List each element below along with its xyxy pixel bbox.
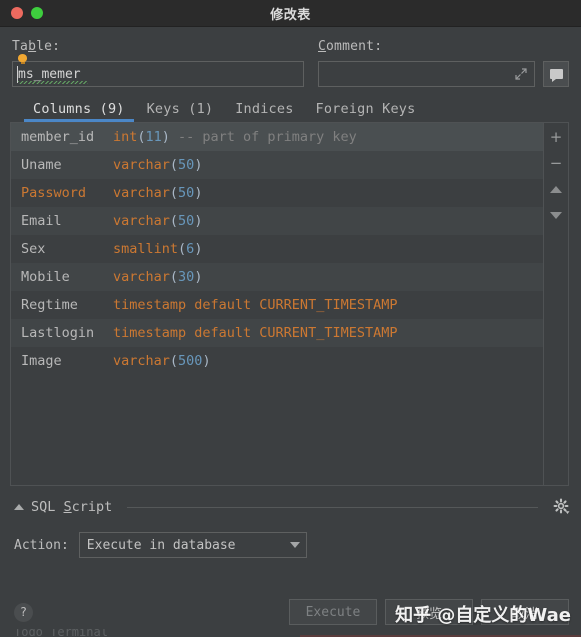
table-side-toolbar: + − (544, 123, 568, 485)
comment-editor-button[interactable] (543, 61, 569, 87)
column-name: Image (21, 353, 62, 369)
action-dropdown[interactable]: Execute in database (78, 532, 307, 558)
help-button[interactable]: ? (14, 602, 33, 622)
column-type: smallint (113, 241, 179, 257)
preview-button[interactable]: 预览 (385, 599, 473, 625)
column-type: varchar (113, 269, 170, 285)
column-type: varchar (113, 157, 170, 173)
plus-icon[interactable]: + (547, 128, 565, 146)
tab-bar: Columns (9) Keys (1) Indices Foreign Key… (0, 87, 581, 122)
table-row[interactable]: Password varchar(50) (11, 179, 543, 207)
table-row[interactable]: Image varchar(500) (11, 347, 543, 375)
action-label: Action: (14, 537, 69, 553)
table-row[interactable]: Mobile varchar(30) (11, 263, 543, 291)
help-button-label: ? (20, 605, 27, 619)
expand-icon[interactable] (515, 68, 527, 80)
column-size: 50 (178, 185, 195, 201)
tab-keys[interactable]: Keys (1) (136, 101, 225, 122)
tab-indices[interactable]: Indices (224, 101, 304, 122)
column-type: varchar (113, 185, 170, 201)
chevron-down-icon (289, 542, 300, 548)
sql-script-title-mnemonic: S (63, 499, 72, 515)
table-name-input[interactable]: ms_memer (12, 54, 304, 87)
columns-table: member_id int(11) -- part of primary key… (10, 122, 569, 486)
column-type: timestamp default CURRENT_TIMESTAMP (113, 325, 398, 341)
column-name: Sex (21, 241, 46, 257)
column-size: 11 (145, 129, 162, 145)
tab-columns-label: Columns (9) (33, 101, 125, 117)
column-size: 50 (178, 157, 195, 173)
move-up-icon[interactable] (547, 180, 565, 198)
column-name: Email (21, 213, 62, 229)
execute-button[interactable]: Execute (289, 599, 377, 625)
column-size: 500 (178, 353, 203, 369)
close-button[interactable] (11, 7, 23, 19)
move-down-icon[interactable] (547, 206, 565, 224)
table-row[interactable]: Uname varchar(50) (11, 151, 543, 179)
table-label-mnemonic: b (28, 39, 37, 54)
chevron-up-icon[interactable] (14, 504, 24, 510)
speech-bubble-icon (549, 69, 563, 82)
execute-button-label: Execute (305, 604, 361, 620)
column-type: timestamp default CURRENT_TIMESTAMP (113, 297, 398, 313)
table-label: Table: (12, 39, 61, 54)
window-title: 修改表 (270, 7, 311, 23)
add-column-label: + (549, 127, 563, 146)
column-name: member_id (21, 129, 95, 145)
window-controls (0, 7, 43, 19)
tab-keys-label: Keys (1) (146, 101, 214, 117)
action-dropdown-value: Execute in database (86, 537, 236, 553)
sql-script-header[interactable]: SQL Script (14, 498, 571, 516)
column-type: varchar (113, 213, 170, 229)
column-comment: -- part of primary key (177, 129, 357, 145)
column-type: varchar (113, 353, 170, 369)
gear-icon[interactable] (553, 498, 571, 516)
tab-columns[interactable]: Columns (9) (22, 101, 136, 122)
table-row[interactable]: Regtime timestamp default CURRENT_TIMEST… (11, 291, 543, 319)
column-name: Regtime (21, 297, 78, 313)
columns-list[interactable]: member_id int(11) -- part of primary key… (11, 123, 544, 485)
column-size: 6 (186, 241, 195, 257)
preview-button-label: 预览 (415, 606, 442, 622)
column-size: 50 (178, 213, 195, 229)
comment-field-group: Comment: (318, 39, 569, 87)
window-titlebar: 修改表 (0, 0, 581, 27)
column-name: Uname (21, 157, 62, 173)
remove-column-label: − (549, 153, 563, 172)
comment-label: Comment: (318, 39, 383, 54)
action-row: Action: Execute in database (14, 532, 581, 558)
comment-label-mnemonic: C (318, 39, 327, 54)
column-name: Mobile (21, 269, 70, 285)
top-fields: Table: ms_memer Comment: (0, 27, 581, 87)
dialog-content: Table: ms_memer Comment: Columns (9) Key… (0, 27, 581, 637)
maximize-button[interactable] (31, 7, 43, 19)
tab-foreign-keys-label: Foreign Keys (315, 101, 416, 117)
spellcheck-underline (18, 81, 88, 84)
lightbulb-icon[interactable] (18, 54, 27, 64)
tab-foreign-keys[interactable]: Foreign Keys (305, 101, 427, 122)
column-name: Lastlogin (21, 325, 95, 341)
section-divider (127, 506, 538, 508)
table-row[interactable]: member_id int(11) -- part of primary key (11, 123, 543, 151)
table-row[interactable]: Sex smallint(6) (11, 235, 543, 263)
column-size: 30 (178, 269, 195, 285)
tab-indices-label: Indices (235, 101, 294, 117)
comment-input[interactable] (318, 61, 535, 87)
column-type: int (113, 129, 138, 145)
sql-script-title: SQL Script (31, 499, 113, 515)
table-row[interactable]: Email varchar(50) (11, 207, 543, 235)
column-name: Password (21, 185, 87, 201)
cancel-button[interactable]: 取消 (481, 599, 569, 625)
minus-icon[interactable]: − (547, 154, 565, 172)
table-row[interactable]: Lastlogin timestamp default CURRENT_TIME… (11, 319, 543, 347)
dialog-footer: ? Execute 预览 取消 (0, 599, 581, 625)
table-field-group: Table: ms_memer (12, 39, 304, 87)
table-name-value: ms_memer (18, 66, 81, 82)
cancel-button-label: 取消 (511, 606, 538, 622)
